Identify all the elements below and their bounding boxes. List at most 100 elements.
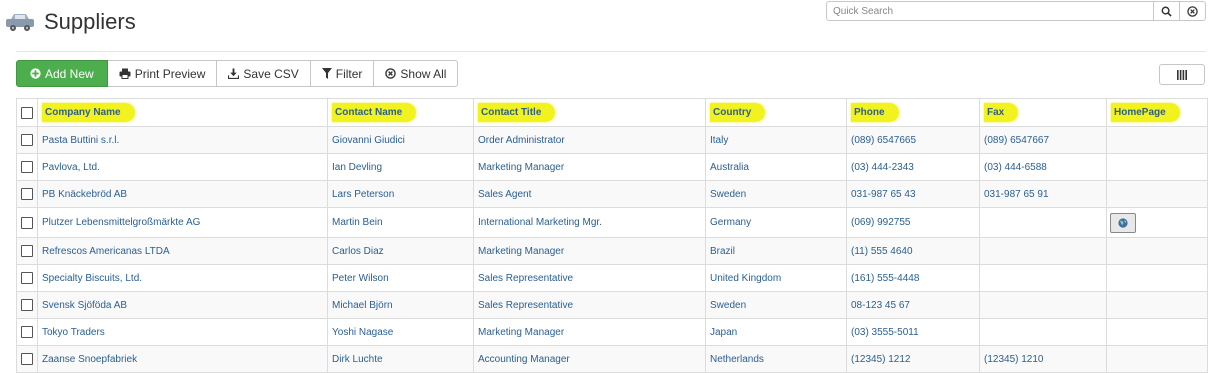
show-all-label: Show All	[400, 66, 447, 81]
row-checkbox[interactable]	[21, 326, 33, 338]
cell-fax[interactable]	[979, 237, 1107, 265]
cell-homepage	[1106, 291, 1208, 319]
cell-contact[interactable]: Lars Peterson	[327, 180, 474, 208]
row-select-cell	[16, 291, 38, 319]
cell-contact[interactable]: Yoshi Nagase	[327, 318, 474, 346]
row-select-cell	[16, 180, 38, 208]
filter-button[interactable]: Filter	[310, 60, 375, 87]
cell-fax[interactable]	[979, 264, 1107, 292]
cell-contact[interactable]: Peter Wilson	[327, 264, 474, 292]
filter-label: Filter	[335, 66, 363, 81]
show-all-button[interactable]: Show All	[374, 60, 459, 87]
column-header[interactable]: Country	[705, 98, 847, 127]
search-button[interactable]	[1153, 2, 1179, 20]
cell-company[interactable]: Specialty Biscuits, Ltd.	[37, 264, 328, 292]
cell-title[interactable]: Marketing Manager	[473, 318, 706, 346]
cell-company[interactable]: Refrescos Americanas LTDA	[37, 237, 328, 265]
cell-contact[interactable]: Martin Bein	[327, 207, 474, 238]
cell-title[interactable]: Sales Representative	[473, 264, 706, 292]
column-header[interactable]: Fax	[979, 98, 1107, 127]
row-checkbox[interactable]	[21, 161, 33, 173]
cell-fax[interactable]	[979, 291, 1107, 319]
cell-country[interactable]: Italy	[705, 126, 847, 154]
select-all-checkbox[interactable]	[21, 106, 33, 119]
cell-phone[interactable]: (12345) 1212	[846, 345, 980, 373]
row-checkbox[interactable]	[21, 216, 33, 229]
cell-title[interactable]: Sales Agent	[473, 180, 706, 208]
table-row[interactable]: Tokyo Traders Yoshi Nagase Marketing Manag…	[16, 318, 1208, 346]
toolbar: Add New Print Preview Save CSV Filter Sh…	[16, 60, 459, 87]
cell-contact[interactable]: Michael Björn	[327, 291, 474, 319]
cell-phone[interactable]: (161) 555-4448	[846, 264, 980, 292]
cell-phone[interactable]: (03) 444-2343	[846, 153, 980, 181]
column-chooser-button[interactable]	[1159, 64, 1205, 85]
add-new-button[interactable]: Add New	[16, 60, 108, 87]
cell-phone[interactable]: (069) 992755	[846, 207, 980, 238]
table-row[interactable]: Zaanse Snoepfabriek Dirk Luchte Accounting…	[16, 345, 1208, 373]
table-row[interactable]: Pasta Buttini s.r.l. Giovanni Giudici Orde…	[16, 126, 1208, 154]
cell-contact[interactable]: Ian Devling	[327, 153, 474, 181]
cell-phone[interactable]: 08-123 45 67	[846, 291, 980, 319]
print-preview-button[interactable]: Print Preview	[107, 60, 218, 87]
cell-country[interactable]: Japan	[705, 318, 847, 346]
row-checkbox[interactable]	[21, 134, 33, 146]
column-header[interactable]: Contact Title	[473, 98, 706, 127]
cell-company[interactable]: Svensk Sjöföda AB	[37, 291, 328, 319]
cell-company[interactable]: PB Knäckebröd AB	[37, 180, 328, 208]
cell-fax[interactable]: (12345) 1210	[979, 345, 1107, 373]
row-select-cell	[16, 153, 38, 181]
cell-company[interactable]: Pasta Buttini s.r.l.	[37, 126, 328, 154]
cell-phone[interactable]: (11) 555 4640	[846, 237, 980, 265]
row-checkbox[interactable]	[21, 299, 33, 311]
cell-fax[interactable]: 031-987 65 91	[979, 180, 1107, 208]
cell-fax[interactable]	[979, 207, 1107, 238]
cell-title[interactable]: Sales Representative	[473, 291, 706, 319]
cell-phone[interactable]: 031-987 65 43	[846, 180, 980, 208]
homepage-button[interactable]	[1110, 212, 1136, 233]
cell-title[interactable]: Marketing Manager	[473, 237, 706, 265]
cell-company[interactable]: Plutzer Lebensmittelgroßmärkte AG	[37, 207, 328, 238]
cell-title[interactable]: International Marketing Mgr.	[473, 207, 706, 238]
row-checkbox[interactable]	[21, 353, 33, 365]
cell-title[interactable]: Accounting Manager	[473, 345, 706, 373]
cell-country[interactable]: United Kingdom	[705, 264, 847, 292]
cell-country[interactable]: Netherlands	[705, 345, 847, 373]
search-input[interactable]	[827, 2, 1153, 20]
table-row[interactable]: Refrescos Americanas LTDA Carlos Diaz Mark…	[16, 237, 1208, 265]
column-header[interactable]: Company Name	[37, 98, 328, 127]
column-header[interactable]: Phone	[846, 98, 980, 127]
row-checkbox[interactable]	[21, 272, 33, 284]
cell-fax[interactable]: (089) 6547667	[979, 126, 1107, 154]
cell-homepage	[1106, 207, 1208, 238]
cell-title[interactable]: Marketing Manager	[473, 153, 706, 181]
cell-country[interactable]: Brazil	[705, 237, 847, 265]
cell-country[interactable]: Sweden	[705, 291, 847, 319]
cell-contact[interactable]: Carlos Diaz	[327, 237, 474, 265]
cell-fax[interactable]: (03) 444-6588	[979, 153, 1107, 181]
table-row[interactable]: PB Knäckebröd AB Lars Peterson Sales Agent…	[16, 180, 1208, 208]
save-csv-button[interactable]: Save CSV	[217, 60, 311, 87]
cell-company[interactable]: Zaanse Snoepfabriek	[37, 345, 328, 373]
row-checkbox[interactable]	[21, 245, 33, 257]
filter-icon	[321, 68, 332, 79]
clear-search-button[interactable]	[1179, 2, 1205, 20]
cell-contact[interactable]: Dirk Luchte	[327, 345, 474, 373]
table-row[interactable]: Plutzer Lebensmittelgroßmärkte AG Martin …	[16, 207, 1208, 238]
cell-country[interactable]: Sweden	[705, 180, 847, 208]
cell-title[interactable]: Order Administrator	[473, 126, 706, 154]
cell-country[interactable]: Germany	[705, 207, 847, 238]
column-header[interactable]: HomePage	[1106, 98, 1208, 127]
row-checkbox[interactable]	[21, 188, 33, 200]
column-header[interactable]: Contact Name	[327, 98, 474, 127]
cell-company[interactable]: Pavlova, Ltd.	[37, 153, 328, 181]
cell-phone[interactable]: (03) 3555-5011	[846, 318, 980, 346]
table-row[interactable]: Svensk Sjöföda AB Michael Björn Sales Repr…	[16, 291, 1208, 319]
cell-company[interactable]: Tokyo Traders	[37, 318, 328, 346]
cell-phone[interactable]: (089) 6547665	[846, 126, 980, 154]
cell-homepage	[1106, 126, 1208, 154]
table-row[interactable]: Pavlova, Ltd. Ian Devling Marketing Manage…	[16, 153, 1208, 181]
table-row[interactable]: Specialty Biscuits, Ltd. Peter Wilson Sale…	[16, 264, 1208, 292]
cell-fax[interactable]	[979, 318, 1107, 346]
cell-contact[interactable]: Giovanni Giudici	[327, 126, 474, 154]
cell-country[interactable]: Australia	[705, 153, 847, 181]
